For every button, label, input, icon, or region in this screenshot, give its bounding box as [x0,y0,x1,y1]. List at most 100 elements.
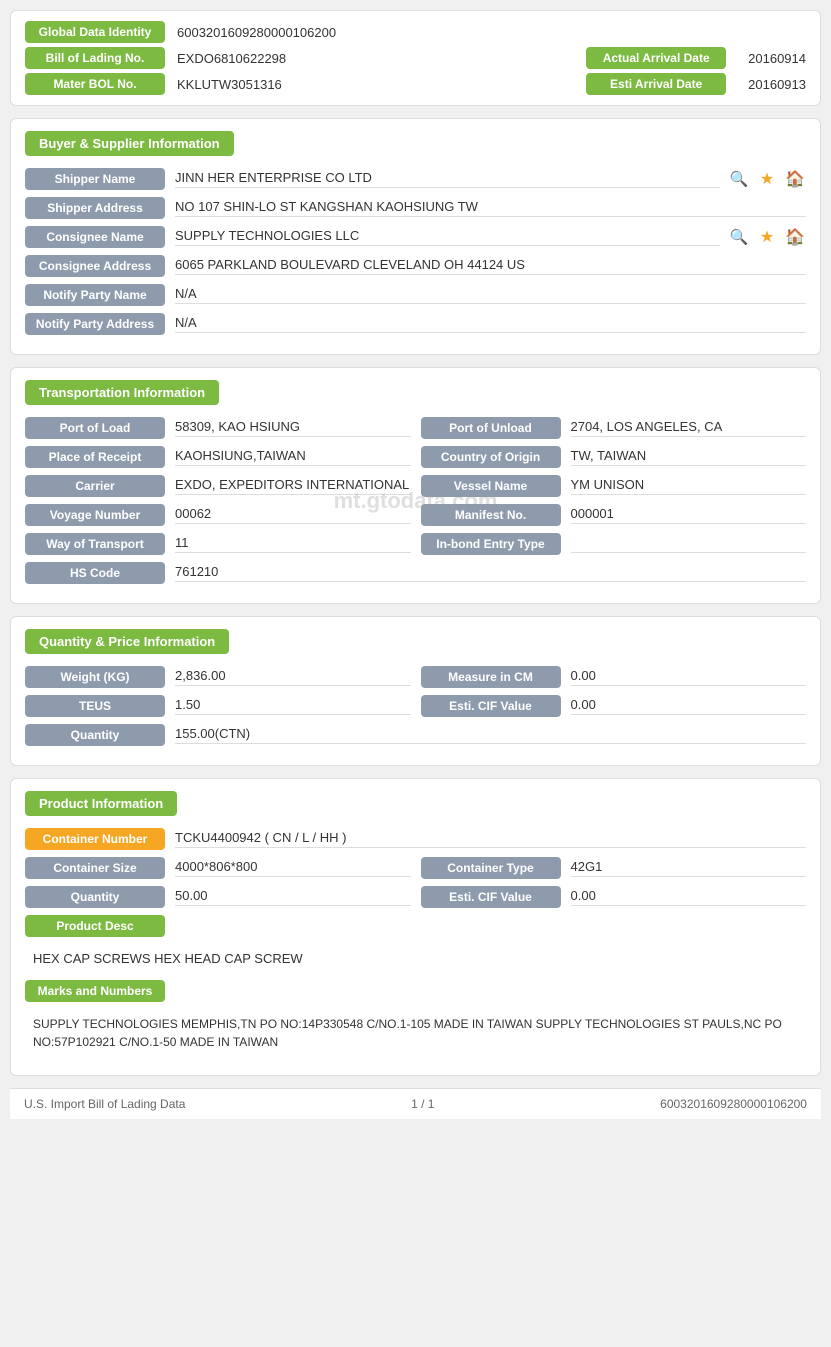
voyage-number-col: Voyage Number 00062 [25,504,411,533]
footer: U.S. Import Bill of Lading Data 1 / 1 60… [10,1088,821,1119]
qp-quantity-row: Quantity 155.00(CTN) [25,724,806,746]
consignee-name-label: Consignee Name [25,226,165,248]
inbond-entry-type-row: In-bond Entry Type [421,533,807,555]
qp-quantity-value: 155.00(CTN) [175,726,806,744]
pi-quantity-row: Quantity 50.00 [25,886,411,908]
qp-row-2: TEUS 1.50 Esti. CIF Value 0.00 [25,695,806,724]
footer-center: 1 / 1 [411,1097,434,1111]
carrier-label: Carrier [25,475,165,497]
teus-label: TEUS [25,695,165,717]
manifest-no-row: Manifest No. 000001 [421,504,807,526]
shipper-star-icon[interactable]: ★ [756,168,778,190]
inbond-entry-type-label: In-bond Entry Type [421,533,561,555]
weight-row: Weight (KG) 2,836.00 [25,666,411,688]
container-type-label: Container Type [421,857,561,879]
way-of-transport-col: Way of Transport 11 [25,533,411,562]
vessel-name-row: Vessel Name YM UNISON [421,475,807,497]
esti-arrival-date-value: 20160913 [748,77,806,92]
global-data-identity-label: Global Data Identity [25,21,165,43]
shipper-address-label: Shipper Address [25,197,165,219]
esti-cif-row: Esti. CIF Value 0.00 [421,695,807,717]
consignee-name-row: Consignee Name SUPPLY TECHNOLOGIES LLC 🔍… [25,226,806,248]
qp-quantity-label: Quantity [25,724,165,746]
transport-row-1: Port of Load 58309, KAO HSIUNG Port of U… [25,417,806,446]
quantity-price-title: Quantity & Price Information [25,629,229,654]
teus-row: TEUS 1.50 [25,695,411,717]
container-number-label: Container Number [25,828,165,850]
quantity-price-card: Quantity & Price Information Weight (KG)… [10,616,821,766]
marks-numbers-label-row: Marks and Numbers [25,980,806,1002]
shipper-address-value: NO 107 SHIN-LO ST KANGSHAN KAOHSIUNG TW [175,199,806,217]
transport-row-2: Place of Receipt KAOHSIUNG,TAIWAN Countr… [25,446,806,475]
transport-row-4: Voyage Number 00062 Manifest No. 000001 [25,504,806,533]
global-data-identity-row: Global Data Identity 6003201609280000106… [25,21,806,43]
place-of-receipt-row: Place of Receipt KAOHSIUNG,TAIWAN [25,446,411,468]
port-of-unload-row: Port of Unload 2704, LOS ANGELES, CA [421,417,807,439]
port-of-load-label: Port of Load [25,417,165,439]
teus-col: TEUS 1.50 [25,695,411,724]
pi-quantity-col: Quantity 50.00 [25,886,411,915]
notify-party-address-label: Notify Party Address [25,313,165,335]
measure-in-cm-value: 0.00 [571,668,807,686]
actual-arrival-date-value: 20160914 [748,51,806,66]
measure-in-cm-label: Measure in CM [421,666,561,688]
way-of-transport-label: Way of Transport [25,533,165,555]
consignee-home-icon[interactable]: 🏠 [784,226,806,248]
esti-cif-label: Esti. CIF Value [421,695,561,717]
vessel-name-value: YM UNISON [571,477,807,495]
weight-col: Weight (KG) 2,836.00 [25,666,411,695]
footer-right: 600320160928000010620​0 [660,1097,807,1111]
pi-esti-cif-value: 0.00 [571,888,807,906]
hs-code-label: HS Code [25,562,165,584]
vessel-name-col: Vessel Name YM UNISON [421,475,807,504]
shipper-name-value: JINN HER ENTERPRISE CO LTD [175,170,720,188]
esti-cif-value: 0.00 [571,697,807,715]
mater-bol-label: Mater BOL No. [25,73,165,95]
voyage-number-row: Voyage Number 00062 [25,504,411,526]
footer-left: U.S. Import Bill of Lading Data [24,1097,185,1111]
shipper-search-icon[interactable]: 🔍 [728,168,750,190]
notify-party-name-row: Notify Party Name N/A [25,284,806,306]
actual-arrival-date-label: Actual Arrival Date [586,47,726,69]
hs-code-value: 761210 [175,564,806,582]
inbond-entry-type-col: In-bond Entry Type [421,533,807,562]
buyer-supplier-card: Buyer & Supplier Information Shipper Nam… [10,118,821,355]
notify-party-address-value: N/A [175,315,806,333]
consignee-search-icon[interactable]: 🔍 [728,226,750,248]
product-desc-label-row: Product Desc [25,915,806,937]
way-of-transport-row: Way of Transport 11 [25,533,411,555]
container-size-row: Container Size 4000*806*800 [25,857,411,879]
voyage-number-value: 00062 [175,506,411,524]
manifest-no-value: 000001 [571,506,807,524]
marks-numbers-value: SUPPLY TECHNOLOGIES MEMPHIS,TN PO NO:14P… [25,1009,806,1057]
pi-quantity-label: Quantity [25,886,165,908]
port-of-load-col: Port of Load 58309, KAO HSIUNG [25,417,411,446]
container-type-col: Container Type 42G1 [421,857,807,886]
port-of-load-value: 58309, KAO HSIUNG [175,419,411,437]
marks-numbers-label: Marks and Numbers [25,980,165,1002]
esti-cif-col: Esti. CIF Value 0.00 [421,695,807,724]
product-desc-value: HEX CAP SCREWS HEX HEAD CAP SCREW [25,945,806,972]
consignee-address-label: Consignee Address [25,255,165,277]
country-of-origin-row: Country of Origin TW, TAIWAN [421,446,807,468]
shipper-home-icon[interactable]: 🏠 [784,168,806,190]
measure-in-cm-col: Measure in CM 0.00 [421,666,807,695]
buyer-supplier-title: Buyer & Supplier Information [25,131,234,156]
pi-row-3: Quantity 50.00 Esti. CIF Value 0.00 [25,886,806,915]
consignee-name-value: SUPPLY TECHNOLOGIES LLC [175,228,720,246]
top-card: Global Data Identity 6003201609280000106… [10,10,821,106]
carrier-row: Carrier EXDO, EXPEDITORS INTERNATIONAL [25,475,411,497]
global-data-identity-value: 600320160928000010620​0 [177,25,336,40]
teus-value: 1.50 [175,697,411,715]
shipper-name-row: Shipper Name JINN HER ENTERPRISE CO LTD … [25,168,806,190]
voyage-number-label: Voyage Number [25,504,165,526]
transportation-card: Transportation Information mt.gtodata.co… [10,367,821,604]
shipper-address-row: Shipper Address NO 107 SHIN-LO ST KANGSH… [25,197,806,219]
shipper-icons: 🔍 ★ 🏠 [728,168,806,190]
consignee-star-icon[interactable]: ★ [756,226,778,248]
port-of-unload-label: Port of Unload [421,417,561,439]
consignee-address-row: Consignee Address 6065 PARKLAND BOULEVAR… [25,255,806,277]
transport-row-5: Way of Transport 11 In-bond Entry Type [25,533,806,562]
consignee-icons: 🔍 ★ 🏠 [728,226,806,248]
carrier-value: EXDO, EXPEDITORS INTERNATIONAL [175,477,411,495]
